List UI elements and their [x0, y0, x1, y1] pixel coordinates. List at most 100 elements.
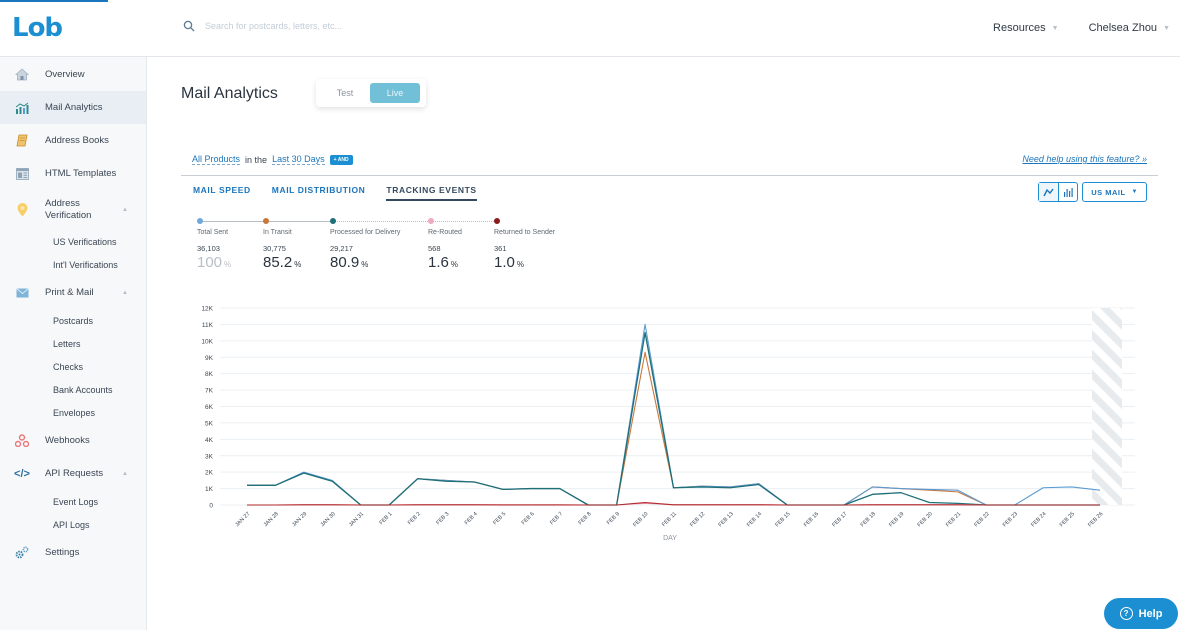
chevron-up-icon: ▲: [122, 470, 128, 477]
sidebar-item-address-books[interactable]: Address Books: [0, 124, 146, 157]
sidebar-item-html-templates[interactable]: HTML Templates: [0, 157, 146, 190]
y-tick-label: 8K: [205, 371, 214, 378]
chevron-up-icon: ▲: [122, 207, 128, 213]
y-tick-label: 3K: [205, 453, 214, 460]
x-tick-label: FEB 4: [464, 511, 479, 526]
date-range-filter[interactable]: Last 30 Days: [272, 154, 325, 165]
analytics-tabs: MAIL SPEED MAIL DISTRIBUTION TRACKING EV…: [193, 185, 477, 201]
mail-type-dropdown[interactable]: US MAIL ▼: [1082, 182, 1147, 202]
sidebar-subitem-us-verifications[interactable]: US Verifications: [0, 230, 146, 253]
stage-count: 29,217: [330, 244, 353, 253]
env-test-option[interactable]: Test: [320, 83, 370, 103]
stage-percent: 1.0%: [494, 254, 524, 271]
add-filter-button[interactable]: + AND: [329, 154, 353, 165]
sidebar-item-label: HTML Templates: [45, 168, 117, 179]
x-tick-label: FEB 18: [860, 511, 877, 528]
page-title: Mail Analytics: [181, 85, 278, 102]
sidebar-subitem-letters[interactable]: Letters: [0, 332, 146, 355]
y-tick-label: 12K: [201, 306, 213, 313]
y-tick-label: 11K: [202, 322, 214, 329]
tracking-funnel: Total Sent 36,103 100% In Transit 30,775…: [197, 217, 577, 277]
stage-returned: Returned to Sender 361 1.0%: [494, 229, 555, 271]
sidebar-subitem-intl-verifications[interactable]: Int'l Verifications: [0, 253, 146, 276]
bar-chart-button[interactable]: [1058, 183, 1077, 201]
bar-chart-icon: [1063, 188, 1073, 197]
chart-type-toggle: [1038, 182, 1079, 202]
chevron-down-icon: ▼: [1051, 24, 1059, 32]
sidebar-item-address-verification[interactable]: Address Verification ▲: [0, 190, 146, 230]
stage-dot-total-sent: [197, 218, 203, 224]
mail-type-value: US MAIL: [1091, 187, 1126, 197]
stage-count: 30,775: [263, 244, 286, 253]
y-tick-label: 2K: [205, 470, 214, 477]
user-name: Chelsea Zhou: [1088, 22, 1158, 34]
x-tick-label: FEB 6: [521, 511, 536, 526]
x-tick-label: FEB 7: [549, 511, 564, 526]
product-filter[interactable]: All Products: [192, 154, 241, 165]
x-tick-label: FEB 14: [746, 511, 763, 528]
tracking-events-line-chart: 0 1K 2K 3K 4K 5K 6K 7K 8K 9K 10K 11K 12K JAN 27 JAN 2…: [201, 306, 1135, 542]
sidebar-item-api-requests[interactable]: </> API Requests ▲: [0, 457, 146, 490]
sidebar-subitem-envelopes[interactable]: Envelopes: [0, 401, 146, 424]
x-tick-label: FEB 19: [888, 511, 905, 528]
sidebar-subitem-api-logs[interactable]: API Logs: [0, 513, 146, 536]
sidebar-subitem-bank-accounts[interactable]: Bank Accounts: [0, 378, 146, 401]
stage-label: Re-Routed: [428, 229, 462, 236]
x-tick-label: JAN 28: [263, 511, 280, 528]
stage-percent: 80.9%: [330, 254, 369, 271]
filter-bar: All Products in the Last 30 Days + AND: [192, 154, 353, 165]
stage-count: 361: [494, 244, 507, 253]
resources-dropdown[interactable]: Resources ▼: [993, 22, 1059, 34]
series-line-total-sent: [247, 323, 1101, 506]
stage-in-transit: In Transit 30,775 85.2%: [263, 229, 301, 271]
envelope-icon: [15, 286, 29, 300]
funnel-track-dotted: [333, 221, 498, 222]
sidebar-item-webhooks[interactable]: Webhooks: [0, 424, 146, 457]
stage-label: Returned to Sender: [494, 229, 556, 236]
feature-help-link[interactable]: Need help using this feature? »: [1022, 154, 1147, 164]
x-tick-label: FEB 12: [689, 511, 706, 528]
stage-dot-processed: [330, 218, 336, 224]
y-tick-label: 7K: [205, 388, 214, 395]
sidebar-item-settings[interactable]: Settings: [0, 536, 146, 569]
stage-dot-returned: [494, 218, 500, 224]
incomplete-period-hatch: [1092, 308, 1122, 505]
active-accent-bar: [0, 0, 108, 2]
sidebar-item-label: Webhooks: [45, 435, 90, 446]
stage-dot-in-transit: [263, 218, 269, 224]
sidebar-item-label: Settings: [45, 547, 80, 558]
series-line-in-transit: [247, 351, 1100, 506]
search-input[interactable]: [205, 21, 465, 31]
y-tick-label: 1K: [205, 486, 214, 493]
stage-processed: Processed for Delivery 29,217 80.9%: [330, 229, 400, 271]
tab-mail-distribution[interactable]: MAIL DISTRIBUTION: [272, 185, 366, 201]
sidebar-item-mail-analytics[interactable]: Mail Analytics: [0, 91, 146, 124]
sidebar-subitem-checks[interactable]: Checks: [0, 355, 146, 378]
sidebar-subitem-postcards[interactable]: Postcards: [0, 309, 146, 332]
sidebar-item-print-mail[interactable]: Print & Mail ▲: [0, 276, 146, 309]
y-tick-label: 4K: [205, 437, 214, 444]
sidebar-item-overview[interactable]: Overview: [0, 58, 146, 91]
y-tick-label: 5K: [205, 420, 214, 427]
help-button[interactable]: ? Help: [1104, 598, 1178, 629]
sidebar-subitem-event-logs[interactable]: Event Logs: [0, 490, 146, 513]
user-menu-dropdown[interactable]: Chelsea Zhou ▼: [1089, 22, 1170, 34]
x-tick-label: FEB 26: [1087, 511, 1104, 528]
template-icon: [15, 167, 29, 181]
tab-mail-speed[interactable]: MAIL SPEED: [193, 185, 251, 201]
x-tick-label: FEB 20: [917, 511, 934, 528]
x-tick-label: JAN 29: [291, 511, 308, 528]
chevron-down-icon: ▼: [1131, 189, 1138, 195]
stage-label: Total Sent: [197, 229, 229, 236]
x-tick-label: FEB 15: [774, 511, 791, 528]
home-icon: [15, 68, 29, 82]
lob-logo[interactable]: Lob: [12, 13, 63, 43]
env-live-option[interactable]: Live: [370, 83, 420, 103]
address-book-icon: [15, 134, 29, 148]
tab-tracking-events[interactable]: TRACKING EVENTS: [386, 185, 477, 201]
line-chart-button[interactable]: [1039, 183, 1059, 201]
x-axis-label: DAY: [663, 535, 677, 542]
line-chart-icon: [1043, 188, 1054, 197]
x-tick-label: FEB 10: [632, 511, 649, 528]
stage-percent: 85.2%: [263, 254, 302, 271]
